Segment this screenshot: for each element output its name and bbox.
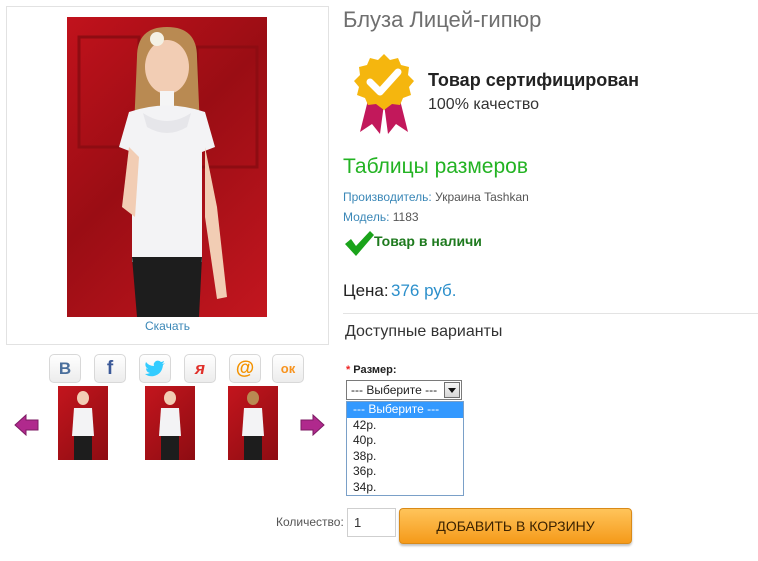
size-option[interactable]: 34р. — [347, 480, 463, 496]
certified-badge-icon — [350, 52, 418, 141]
product-photo[interactable] — [67, 17, 267, 317]
size-option[interactable]: 42р. — [347, 418, 463, 434]
download-link[interactable]: Скачать — [7, 319, 328, 333]
thumbnail-3[interactable] — [228, 386, 278, 460]
twitter-icon[interactable] — [139, 354, 171, 383]
next-arrow-icon[interactable] — [300, 413, 325, 437]
manufacturer-value: Украина Tashkan — [435, 190, 529, 204]
size-label-text: Размер: — [353, 364, 397, 376]
size-select-value: --- Выберите --- — [351, 383, 438, 397]
facebook-icon[interactable]: f — [94, 354, 126, 383]
quantity-label: Количество: — [276, 515, 344, 529]
divider — [343, 313, 758, 314]
vk-glyph: B — [58, 359, 72, 378]
yaru-icon[interactable]: я — [184, 354, 216, 383]
certified-title: Товар сертифицирован — [428, 70, 639, 90]
size-dropdown-list: --- Выберите --- 42р. 40р. 38р. 36р. 34р… — [346, 401, 464, 496]
manufacturer-link[interactable]: Производитель: — [343, 190, 432, 204]
size-option[interactable]: --- Выберите --- — [347, 402, 463, 418]
model-key: Модель: — [343, 210, 390, 224]
size-option[interactable]: 38р. — [347, 449, 463, 465]
mailru-glyph: @ — [235, 358, 255, 379]
required-mark: * — [346, 364, 351, 376]
twitter-bird-icon — [145, 360, 165, 376]
model-row: Модель: 1183 — [343, 210, 419, 224]
size-option[interactable]: 36р. — [347, 464, 463, 480]
options-heading: Доступные варианты — [345, 323, 503, 340]
model-value: 1183 — [392, 210, 419, 224]
size-table-link[interactable]: Таблицы размеров — [343, 155, 528, 179]
vk-icon[interactable]: B — [49, 354, 81, 383]
odnoklassniki-icon[interactable]: ок — [272, 354, 304, 383]
price-value: 376 руб. — [391, 281, 457, 300]
facebook-glyph: f — [106, 358, 114, 379]
yaru-glyph: я — [194, 359, 205, 378]
stock-status: Товар в наличи — [374, 233, 482, 249]
thumbnail-2[interactable] — [145, 386, 195, 460]
manufacturer-row: Производитель: Украина Tashkan — [343, 190, 529, 204]
checkmark-icon — [343, 229, 375, 262]
chevron-down-icon[interactable] — [444, 382, 460, 398]
thumbnail-1[interactable] — [58, 386, 108, 460]
add-to-cart-button[interactable]: ДОБАВИТЬ В КОРЗИНУ — [399, 508, 632, 544]
certified-subtitle: 100% качество — [428, 96, 540, 113]
quantity-input[interactable] — [347, 508, 396, 537]
product-title: Блуза Лицей-гипюр — [343, 7, 542, 32]
main-image-frame: Скачать — [6, 6, 329, 345]
size-select[interactable]: --- Выберите --- — [346, 380, 462, 400]
prev-arrow-icon[interactable] — [14, 413, 39, 437]
price-label: Цена: — [343, 281, 389, 300]
size-label: * Размер: — [346, 364, 397, 376]
mailru-icon[interactable]: @ — [229, 354, 261, 383]
size-option[interactable]: 40р. — [347, 433, 463, 449]
ok-glyph: ок — [280, 361, 296, 376]
